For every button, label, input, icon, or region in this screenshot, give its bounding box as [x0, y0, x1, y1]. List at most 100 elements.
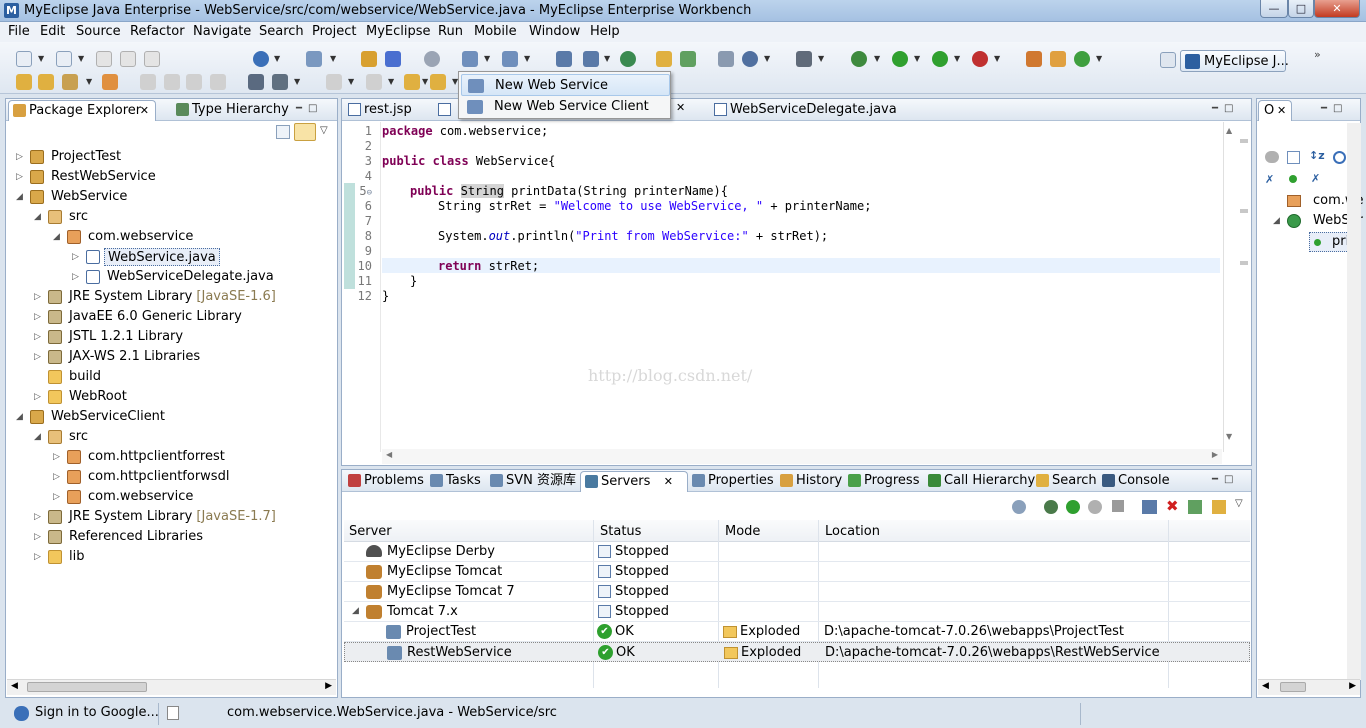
prev-annotation-icon[interactable] [366, 74, 382, 90]
scroll-down-icon[interactable]: ▼ [1226, 432, 1232, 441]
chevron-down-icon[interactable]: ▼ [914, 54, 920, 63]
tab-progress[interactable]: Progress [844, 471, 920, 492]
more-perspectives-icon[interactable]: » [1314, 48, 1321, 61]
tab-console[interactable]: Console [1098, 471, 1170, 492]
settings-icon[interactable] [742, 51, 758, 67]
chevron-down-icon[interactable]: ▼ [994, 54, 1000, 63]
add-icon[interactable] [680, 51, 696, 67]
add-deployment-icon[interactable] [1188, 500, 1202, 514]
menu-item-new-web-service-client[interactable]: New Web Service Client [461, 96, 670, 118]
block-icon[interactable] [186, 74, 202, 90]
camera-icon[interactable] [796, 51, 812, 67]
close-button[interactable]: ✕ [1314, 0, 1360, 18]
new-project-icon[interactable] [56, 51, 72, 67]
expand-icon[interactable]: ▷ [53, 447, 60, 467]
hide-local-types-icon[interactable]: ✗ [1311, 172, 1320, 185]
view-menu-icon[interactable]: ▽ [1235, 498, 1243, 509]
expand-icon[interactable]: ▷ [16, 167, 23, 187]
stop-icon[interactable] [972, 51, 988, 67]
minimize-maximize-icon[interactable]: ━□ [1212, 103, 1239, 114]
chevron-down-icon[interactable]: ▼ [764, 54, 770, 63]
perspective-switcher[interactable]: MyEclipse J... [1180, 50, 1289, 72]
debug-icon[interactable] [851, 51, 867, 67]
collapse-icon[interactable] [1012, 500, 1026, 514]
start-server-icon[interactable] [1066, 500, 1080, 514]
tab-problems[interactable]: Problems [344, 471, 424, 492]
chevron-down-icon[interactable]: ▼ [348, 77, 354, 86]
expand-icon[interactable]: ▷ [34, 387, 41, 407]
chevron-down-icon[interactable]: ▼ [1096, 54, 1102, 63]
earth-icon[interactable] [620, 51, 636, 67]
expand-icon[interactable]: ▷ [53, 487, 60, 507]
table-row[interactable]: MyEclipse Tomcat Stopped [344, 562, 1250, 582]
tab-rest-jsp[interactable]: rest.jsp [344, 100, 418, 121]
scroll-left-icon[interactable]: ◀ [11, 681, 18, 691]
image-icon[interactable] [718, 51, 734, 67]
run-icon[interactable] [892, 51, 908, 67]
menu-refactor[interactable]: Refactor [130, 24, 185, 39]
code-line[interactable]: } [410, 274, 417, 289]
last-edit-icon[interactable] [404, 74, 420, 90]
new-package-icon[interactable] [1050, 51, 1066, 67]
menu-file[interactable]: File [8, 24, 30, 39]
open-folder-icon[interactable] [656, 51, 672, 67]
debug-server-icon[interactable] [1044, 500, 1058, 514]
expand-icon[interactable]: ▷ [34, 327, 41, 347]
wand-icon[interactable] [62, 74, 78, 90]
google-signin-link[interactable]: Sign in to Google... [35, 705, 159, 720]
package-icon[interactable] [385, 51, 401, 67]
table-row[interactable]: ◢ Tomcat 7.x Stopped [344, 602, 1250, 622]
menu-help[interactable]: Help [590, 24, 620, 39]
tab-outline[interactable]: O ✕ [1258, 100, 1292, 121]
table-row[interactable]: MyEclipse Derby Stopped [344, 542, 1250, 562]
remove-icon[interactable]: ✖ [1166, 497, 1179, 515]
menu-run[interactable]: Run [438, 24, 463, 39]
restart-server-icon[interactable] [1088, 500, 1102, 514]
database-icon[interactable] [556, 51, 572, 67]
chevron-down-icon[interactable]: ▼ [38, 54, 44, 63]
fold-icon[interactable]: ⊖ [367, 188, 372, 198]
collapse-icon[interactable]: ◢ [53, 227, 60, 247]
minimize-maximize-icon[interactable]: ━□ [1212, 474, 1239, 485]
scroll-thumb[interactable] [1280, 682, 1306, 692]
expand-icon[interactable]: ▷ [34, 307, 41, 327]
column-header-mode[interactable]: Mode [725, 522, 760, 542]
tab-package-explorer[interactable]: Package Explorer ✕ [8, 100, 156, 121]
fields-filter-icon[interactable] [1265, 151, 1279, 163]
chevron-down-icon[interactable]: ▼ [524, 54, 530, 63]
code-line[interactable]: package com.webservice; [382, 124, 548, 139]
chevron-down-icon[interactable]: ▼ [330, 54, 336, 63]
connect-icon[interactable] [583, 51, 599, 67]
horizontal-scrollbar[interactable]: ◀ ▶ [1258, 679, 1360, 695]
close-icon[interactable]: ✕ [1277, 101, 1286, 120]
code-line[interactable]: } [382, 289, 389, 304]
collapse-icon[interactable]: ◢ [1273, 216, 1280, 226]
search-file-icon[interactable] [102, 74, 118, 90]
collapse-icon[interactable]: ◢ [16, 187, 23, 207]
collapse-icon[interactable]: ◢ [34, 427, 41, 447]
menu-edit[interactable]: Edit [40, 24, 65, 39]
menu-navigate[interactable]: Navigate [193, 24, 251, 39]
tab-tasks[interactable]: Tasks [426, 471, 484, 492]
google-icon[interactable] [14, 706, 29, 721]
annotation-icon[interactable] [140, 74, 156, 90]
open-type-icon[interactable] [16, 74, 32, 90]
web-service-icon[interactable] [462, 51, 478, 67]
maximize-button[interactable]: □ [1288, 0, 1314, 18]
menu-item-new-web-service[interactable]: New Web Service [461, 74, 670, 96]
chevron-down-icon[interactable]: ▼ [484, 54, 490, 63]
scroll-right-icon[interactable]: ▶ [1349, 681, 1356, 691]
save-all-icon[interactable] [120, 51, 136, 67]
open-resource-icon[interactable] [38, 74, 54, 90]
menu-source[interactable]: Source [76, 24, 121, 39]
browser-icon[interactable] [424, 51, 440, 67]
view-menu-icon[interactable]: ▽ [320, 125, 328, 136]
chevron-down-icon[interactable]: ▼ [954, 54, 960, 63]
expand-icon[interactable]: ▷ [72, 247, 79, 267]
collapse-all-icon[interactable] [1287, 151, 1300, 164]
expand-icon[interactable]: ▷ [34, 527, 41, 547]
expand-icon[interactable]: ▷ [53, 467, 60, 487]
menu-mobile[interactable]: Mobile [474, 24, 517, 39]
expand-icon[interactable]: ▷ [34, 287, 41, 307]
toggle-icon[interactable] [210, 74, 226, 90]
